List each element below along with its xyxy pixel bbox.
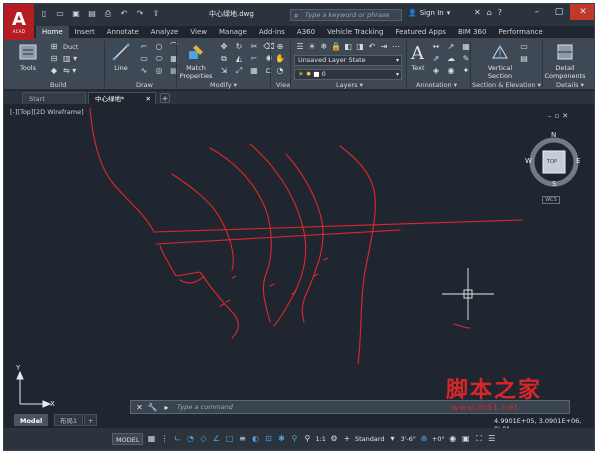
red-polyline	[339, 145, 376, 365]
grid-icon[interactable]: ▦	[146, 433, 156, 445]
viewport-window-buttons: – ▫ ✕	[548, 112, 568, 120]
restore-icon[interactable]: ▫	[555, 112, 560, 120]
add-layout-button[interactable]: +	[84, 414, 98, 426]
selection-cycling-icon[interactable]: ⊡	[263, 433, 273, 445]
elevation-icon[interactable]: ⊕	[419, 433, 429, 445]
annotation-visibility-icon[interactable]: ⚲	[289, 433, 299, 445]
viewcube-top-face[interactable]: TOP	[547, 159, 557, 165]
osnap-icon[interactable]: □	[224, 433, 234, 445]
watermark-logo: 脚本之家	[446, 377, 543, 403]
layout-tabs: Model 布局1 +	[4, 414, 594, 426]
tab-layout1[interactable]: 布局1	[54, 414, 84, 426]
dimension-value[interactable]: 3'-6"	[401, 433, 416, 445]
isodraft-icon[interactable]: ◇	[198, 433, 208, 445]
autocad-window: ▯ ▭ ▣ ▤ ⎙ ↶ ↷ ⇪ 中心绿地.dwg ⌕ Type a keywor…	[3, 3, 595, 451]
annotation-scale[interactable]: 1:1	[315, 433, 325, 445]
compass-west[interactable]: W	[525, 157, 532, 165]
model-space-toggle[interactable]: MODEL	[112, 433, 144, 445]
watermark-url: www.jb51.net	[452, 403, 519, 412]
compass-east[interactable]: E	[576, 157, 580, 165]
hardware-acceleration-icon[interactable]: ▣	[461, 433, 471, 445]
isolate-objects-icon[interactable]: ◉	[448, 433, 458, 445]
close-icon[interactable]: ✕	[562, 112, 568, 120]
minimize-icon[interactable]: –	[548, 112, 552, 120]
red-polyline	[155, 229, 401, 245]
red-polyline	[153, 219, 523, 233]
red-polyline	[209, 147, 272, 323]
app-logo-sub: ACAD	[12, 28, 26, 34]
dynamic-ucs-icon[interactable]: ✱	[276, 433, 286, 445]
customization-icon[interactable]: ☰	[487, 433, 497, 445]
tab-model[interactable]: Model	[14, 414, 49, 426]
polar-icon[interactable]: ◔	[185, 433, 195, 445]
red-polyline	[89, 107, 155, 233]
auto-scale-icon[interactable]: ⚲	[302, 433, 312, 445]
crosshair-cursor	[442, 268, 494, 320]
close-icon[interactable]: ✕	[134, 402, 145, 413]
osnap-tracking-icon[interactable]: ∠	[211, 433, 221, 445]
ucs-x-label: X	[50, 400, 55, 408]
workspace-gear-icon[interactable]: ⚙	[329, 433, 339, 445]
red-polyline	[249, 143, 307, 327]
compass-north[interactable]: N	[551, 131, 556, 139]
dim-style-dropdown[interactable]: Standard	[355, 433, 385, 445]
application-menu-button[interactable]: A ACAD	[4, 4, 34, 40]
red-polyline	[179, 275, 205, 284]
screenshot-frame: ▯ ▭ ▣ ▤ ⎙ ↶ ↷ ⇪ 中心绿地.dwg ⌕ Type a keywor…	[0, 0, 600, 455]
wcs-menu[interactable]: WCS	[542, 196, 560, 204]
compass-south[interactable]: S	[552, 180, 556, 188]
clean-screen-icon[interactable]: ⛶	[474, 433, 484, 445]
command-input[interactable]: Type a command	[177, 402, 233, 413]
status-items: MODEL ▦ ⋮ ∟ ◔ ◇ ∠ □ ≡ ◐ ⊡ ✱ ⚲ ⚲ 1:1 ⚙ + …	[112, 433, 497, 445]
lineweight-icon[interactable]: ≡	[237, 433, 247, 445]
wrench-icon[interactable]: 🔧	[147, 402, 158, 413]
angle-value[interactable]: +0°	[432, 433, 445, 445]
ortho-icon[interactable]: ∟	[172, 433, 182, 445]
ucs-icon	[16, 370, 52, 408]
app-logo-letter: A	[12, 8, 26, 30]
add-icon[interactable]: +	[342, 433, 352, 445]
command-prompt-icon[interactable]: ▸	[161, 402, 172, 413]
red-polyline	[159, 245, 239, 339]
snap-icon[interactable]: ⋮	[159, 433, 169, 445]
chevron-down-icon[interactable]: ▾	[388, 433, 398, 445]
status-bar: MODEL ▦ ⋮ ∟ ◔ ◇ ∠ □ ≡ ◐ ⊡ ✱ ⚲ ⚲ 1:1 ⚙ + …	[4, 428, 594, 450]
transparency-icon[interactable]: ◐	[250, 433, 260, 445]
ucs-y-label: Y	[16, 364, 21, 372]
red-polyline	[171, 173, 234, 271]
red-polyline	[453, 323, 471, 329]
